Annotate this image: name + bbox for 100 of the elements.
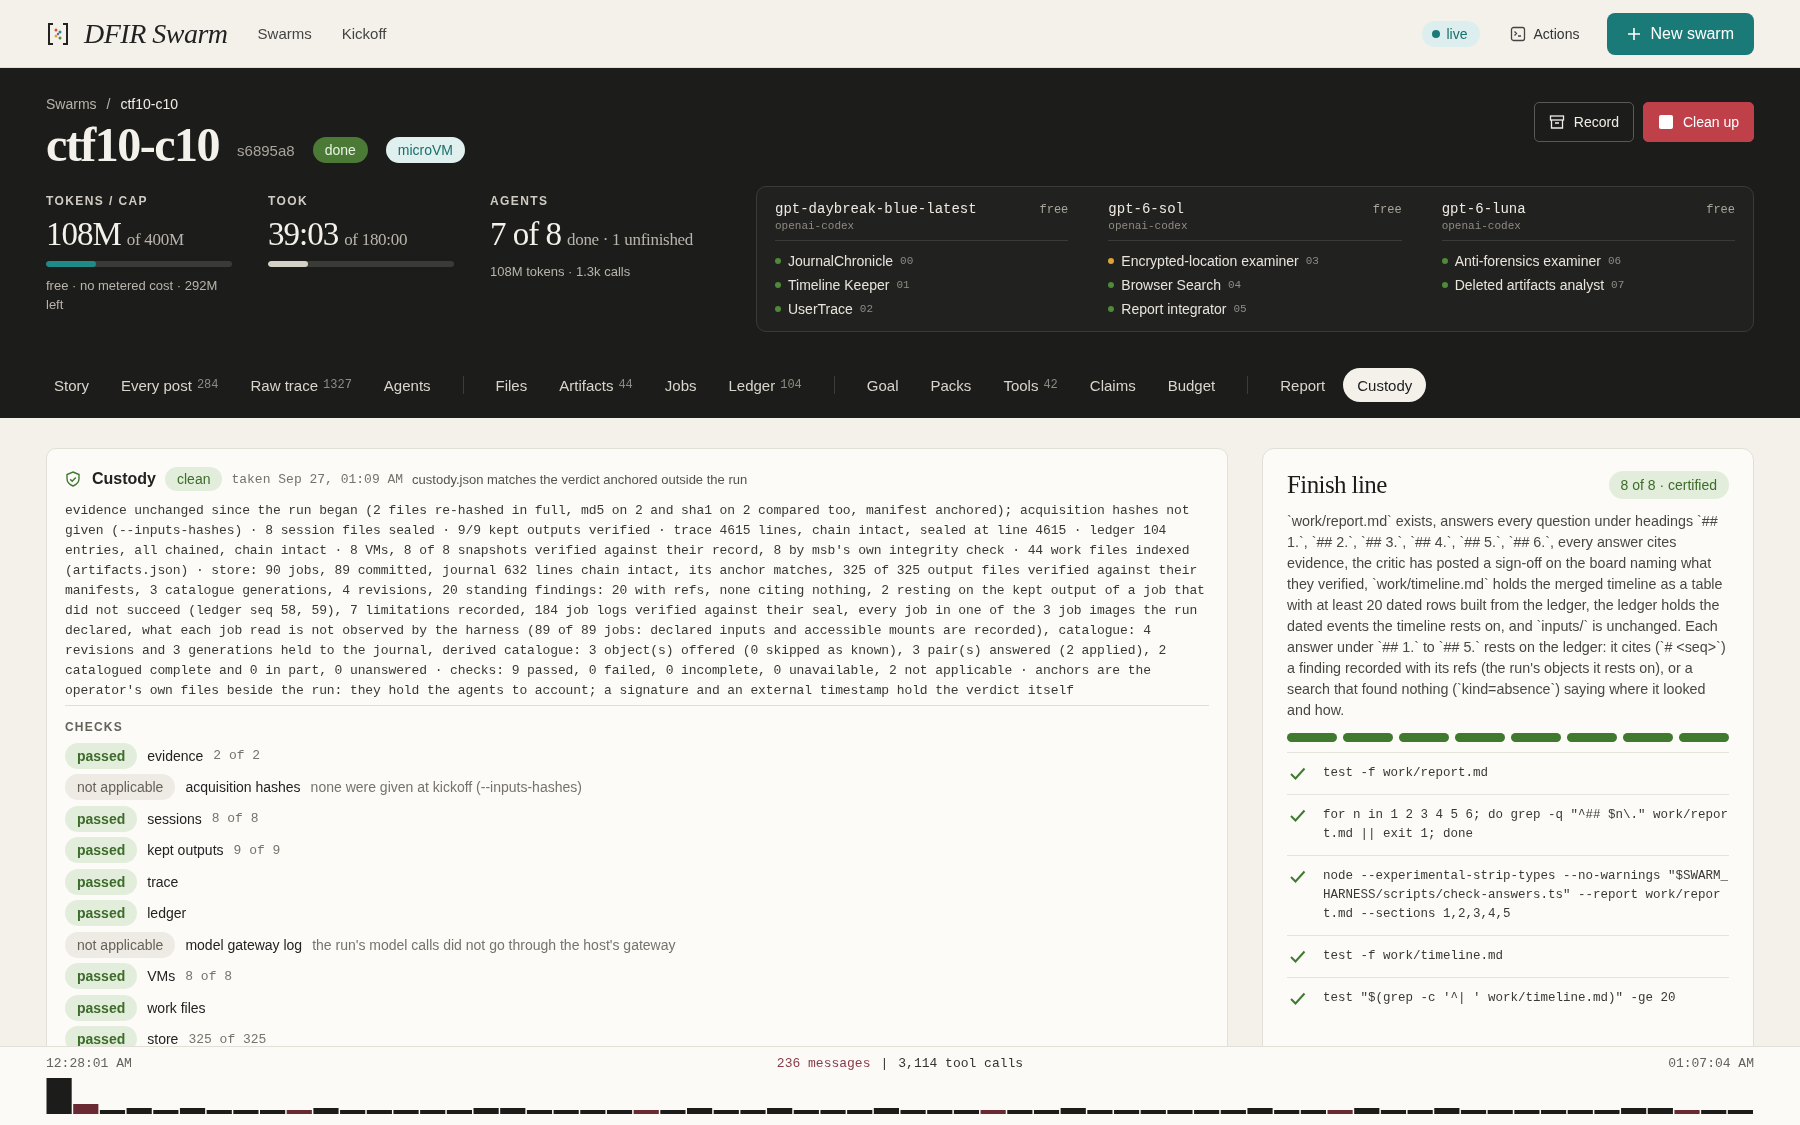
start-time: 12:28:01 AM [46,1056,132,1071]
breadcrumb-separator: / [106,96,111,112]
clean-up-button[interactable]: Clean up [1642,102,1754,142]
tab[interactable]: Packs [916,368,986,402]
check-command: test "$(grep -c '^| ' work/timeline.md)" -ge 20 [1323,990,1676,1007]
card-title: Finish line [1287,471,1387,499]
check-name: ledger [147,905,187,922]
status-badge: passed [65,868,138,895]
tab[interactable]: Every post 284 [107,368,233,402]
stat-note: free · no metered cost · 292M left [46,277,219,314]
breadcrumb-link[interactable]: ctf10-c10 [120,96,179,112]
status-badge: passed [65,805,138,832]
tab[interactable]: Goal [852,368,913,402]
agent-name[interactable]: Encrypted-location examiner [1121,253,1299,269]
check-name: VMs [147,968,176,985]
archive-icon [1548,114,1565,130]
runtime-badge: microVM [385,137,465,163]
model-price: free [1039,203,1069,217]
agent-name[interactable]: JournalChronicle [788,253,894,269]
new-swarm-button[interactable]: New swarm [1607,12,1754,55]
tab[interactable]: Jobs [650,368,711,402]
model-provider: openai-codex [775,220,856,232]
stat-value: 108M [46,216,121,253]
tab[interactable]: Raw trace 1327 [236,368,366,402]
check-name: acquisition hashes [185,779,301,796]
stat-total: done · 1 unfinished [567,230,694,250]
agent-number: 01 [896,279,910,291]
agent-name[interactable]: Deleted artifacts analyst [1454,277,1605,293]
tab[interactable]: Agents [369,368,445,402]
model-price: free [1372,203,1402,217]
check-name: work files [147,999,206,1016]
tab[interactable]: Artifacts 44 [545,368,647,402]
tab[interactable]: Claims [1075,368,1150,402]
shield-check-icon [65,471,81,487]
tab[interactable]: Story [40,368,103,402]
stat-note: 108M tokens · 1.3k calls [490,263,632,281]
agent-name[interactable]: UserTrace [788,301,853,317]
check-name: model gateway log [185,936,303,953]
agent-name[interactable]: Report integrator [1121,301,1227,317]
check-command: test -f work/timeline.md [1323,948,1504,965]
agent-number: 05 [1233,303,1247,315]
stat-total: of 180:00 [344,230,408,250]
check-count: 325 of 325 [188,1031,267,1046]
tab[interactable]: Files [481,368,542,402]
breadcrumb-link[interactable]: Swarms [46,96,97,112]
check-count: 2 of 2 [213,748,261,764]
actions-button[interactable]: Actions [1503,24,1586,43]
agent-number: 07 [1611,279,1625,291]
tool-call-count: 3,114 tool calls [898,1056,1024,1071]
plus-icon [1627,26,1642,41]
model-price: free [1706,203,1735,217]
swarm-title: ctf10-c10 [46,118,220,172]
agent-number: 02 [859,303,874,315]
logo-icon [46,21,70,46]
status-badge: not applicable [65,774,176,801]
record-button[interactable]: Record [1533,102,1634,142]
status-badge: clean [165,467,223,491]
agent-name[interactable]: Browser Search [1121,277,1221,293]
tab[interactable]: Tools 42 [989,368,1072,402]
agent-name[interactable]: Anti-forensics examiner [1454,253,1601,269]
nav-link[interactable]: Swarms [257,25,312,42]
nav-link[interactable]: Kickoff [341,25,387,42]
status-badge: passed [65,900,138,927]
tab[interactable]: Budget [1153,368,1230,402]
check-count: 8 of 8 [211,811,259,827]
check-command: node --experimental-strip-types --no-warnings "$SWARM_HARNESS/scripts/check-answers.ts" --report work/report.md --sections 1,2,3,4,5 [1323,868,1729,923]
stat-value: 7 of 8 [490,216,561,253]
taken-time: taken Sep 27, 01:09 AM [231,471,404,487]
status-badge: done [312,137,368,163]
agent-number: 00 [900,255,914,267]
status-badge: passed [65,742,138,769]
check-name: store [147,1031,179,1046]
check-command: for n in 1 2 3 4 5 6; do grep -q "^## $n\." work/report.md || exit 1; done [1323,807,1729,843]
section-label: CHECKS [65,720,124,734]
certified-badge: 8 of 8 · certified [1608,471,1729,499]
card-title: Custody [92,470,156,488]
terminal-icon [1509,25,1526,42]
model-provider: openai-codex [1108,220,1189,232]
check-name: evidence [147,747,204,764]
model-name: gpt-6-sol [1108,201,1184,217]
stop-icon [1657,114,1674,130]
agent-number: 06 [1607,255,1622,267]
model-provider: openai-codex [1441,220,1522,232]
end-time: 01:07:04 AM [1668,1056,1754,1071]
check-note: the run's model calls did not go through the host's gateway [312,936,676,953]
message-count: 236 messages [776,1056,871,1071]
check-name: trace [147,873,179,890]
swarm-hash: s6895a8 [237,141,295,159]
tab[interactable]: Report [1266,368,1340,402]
custody-summary: evidence unchanged since the run began (2 files re-hashed in full, md5 on 2 and sha1 on 2 compared too, manifest anchored); acquisition hashes not given (--inputs-hashes) · 8 session files sealed · 9/9 kept outputs verified · trace 4615 lines, chain intact, sealed at line 4615 · ledger 104 entries, all chained, chain intact · 8 VMs, 8 of 8 snapshots verified against their record, 8 by msb's own integrity check · 44 work files indexed (artifacts.json) · store: 90 jobs, 89 committed, journal 632 lines chain intact, its anchor matches, 325 of 325 output files verified against their manifests, 3 catalogue generations, 4 revisions, 20 standing findings: 20 with refs, none citing nothing, 2 resting on the kept output of a job that did not succeed (ledger seq 58, 59), 7 limitations recorded, 184 job logs verified against their seal, every job in one of the 3 job images the run declared, what each job read is not observed by the harness (89 of 89 jobs: declared inputs and accessible mounts are recorded), catalogue: 4 revisions and 3 generations held to the journal, derived catalogue: 3 object(s) offered (0 skipped as known), 3 pair(s) answered (2 applied), 2 catalogued complete and 0 in part, 0 unanswered · checks: 9 passed, 0 failed, 0 incomplete, 0 unavailable, 2 not applicable · anchors are the operator's own files beside the run: they hold the agents to account; a signature and an external timestamp hold the verdict itself [65,501,1209,706]
stat-value: 39:03 [268,216,339,253]
tab[interactable]: Custody [1343,368,1427,402]
agent-name[interactable]: Timeline Keeper [788,277,890,293]
stat-total: of 400M [126,230,184,250]
check-command: test -f work/report.md [1323,765,1489,782]
check-name: sessions [147,810,202,827]
tab[interactable]: Ledger 104 [714,368,816,402]
model-name: gpt-daybreak-blue-latest [775,201,977,217]
separator: | [880,1056,889,1071]
custody-headline: custody.json matches the verdict anchored outside the run [412,471,748,487]
